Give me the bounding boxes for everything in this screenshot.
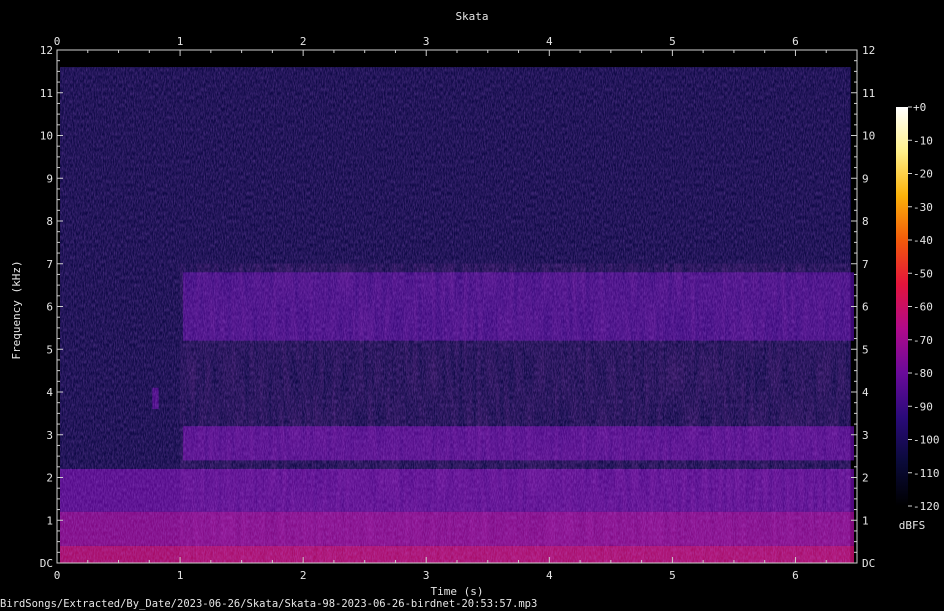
colorbar-ticks: +0 -10 -20 -30 -40 -50 -60 -70 -80 -90 -100 -110 -12…: [908, 101, 940, 513]
y-tick-label: 1: [46, 514, 53, 527]
y-tick-label: 11: [862, 87, 875, 100]
chart-title: Skata: [455, 10, 488, 23]
x-tick-label: 1: [177, 35, 184, 48]
x-tick-label: 1: [177, 569, 184, 582]
y-tick-label: 8: [862, 215, 869, 228]
colorbar-tick-label: -110: [913, 467, 940, 480]
x-tick-label: 5: [669, 35, 676, 48]
x-tick-label: 6: [792, 569, 799, 582]
colorbar-tick-label: -120: [913, 500, 940, 513]
y-tick-label: 9: [862, 172, 869, 185]
y-tick-label: 3: [862, 429, 869, 442]
x-tick-label: 3: [423, 569, 430, 582]
y-tick-label: 10: [40, 130, 53, 143]
y-tick-label: 12: [40, 44, 53, 57]
colorbar-label: dBFS: [899, 519, 926, 532]
colorbar-tick-label: -50: [913, 267, 933, 280]
y-tick-label: 6: [862, 301, 869, 314]
colorbar: [896, 107, 908, 506]
colorbar-tick-label: -60: [913, 301, 933, 314]
y-tick-label: 4: [862, 386, 869, 399]
y-tick-label: 9: [46, 172, 53, 185]
y-tick-label: 2: [46, 472, 53, 485]
x-tick-label: 4: [546, 35, 553, 48]
x-tick-label: 2: [300, 569, 307, 582]
colorbar-tick-label: -10: [913, 134, 933, 147]
y-tick-label: 6: [46, 301, 53, 314]
x-tick-label: 2: [300, 35, 307, 48]
colorbar-tick-label: -80: [913, 367, 933, 380]
y-tick-label: 11: [40, 87, 53, 100]
spectrogram-stripes: [180, 263, 851, 563]
y-tick-label: 2: [862, 472, 869, 485]
y-tick-label: 7: [46, 258, 53, 271]
y-tick-label: 10: [862, 130, 875, 143]
spectrogram-chart: Skata 00112233445566 DC DC1 12 23 34 45 56 67 78…: [0, 10, 940, 610]
file-path-caption: BirdSongs/Extracted/By_Date/2023-06-26/S…: [0, 598, 537, 610]
y-tick-label: 12: [862, 44, 875, 57]
x-axis-label: Time (s): [431, 585, 484, 598]
x-tick-label: 0: [54, 35, 61, 48]
colorbar-tick-label: -40: [913, 234, 933, 247]
y-tick-label: 8: [46, 215, 53, 228]
y-tick-label: 5: [862, 343, 869, 356]
colorbar-tick-label: -70: [913, 334, 933, 347]
y-tick-label: 4: [46, 386, 53, 399]
colorbar-tick-label: -20: [913, 168, 933, 181]
y-axis-label: Frequency (kHz): [10, 260, 23, 359]
colorbar-tick-label: -100: [913, 434, 940, 447]
colorbar-tick-label: +0: [913, 101, 926, 114]
colorbar-tick-label: -90: [913, 400, 933, 413]
y-tick-label: DC: [40, 557, 53, 570]
y-tick-label: 7: [862, 258, 869, 271]
x-tick-label: 0: [54, 569, 61, 582]
y-tick-label: 1: [862, 514, 869, 527]
y-tick-label: DC: [862, 557, 875, 570]
y-tick-label: 3: [46, 429, 53, 442]
x-tick-label: 3: [423, 35, 430, 48]
x-tick-label: 6: [792, 35, 799, 48]
y-tick-label: 5: [46, 343, 53, 356]
x-tick-label: 4: [546, 569, 553, 582]
colorbar-tick-label: -30: [913, 201, 933, 214]
x-tick-label: 5: [669, 569, 676, 582]
